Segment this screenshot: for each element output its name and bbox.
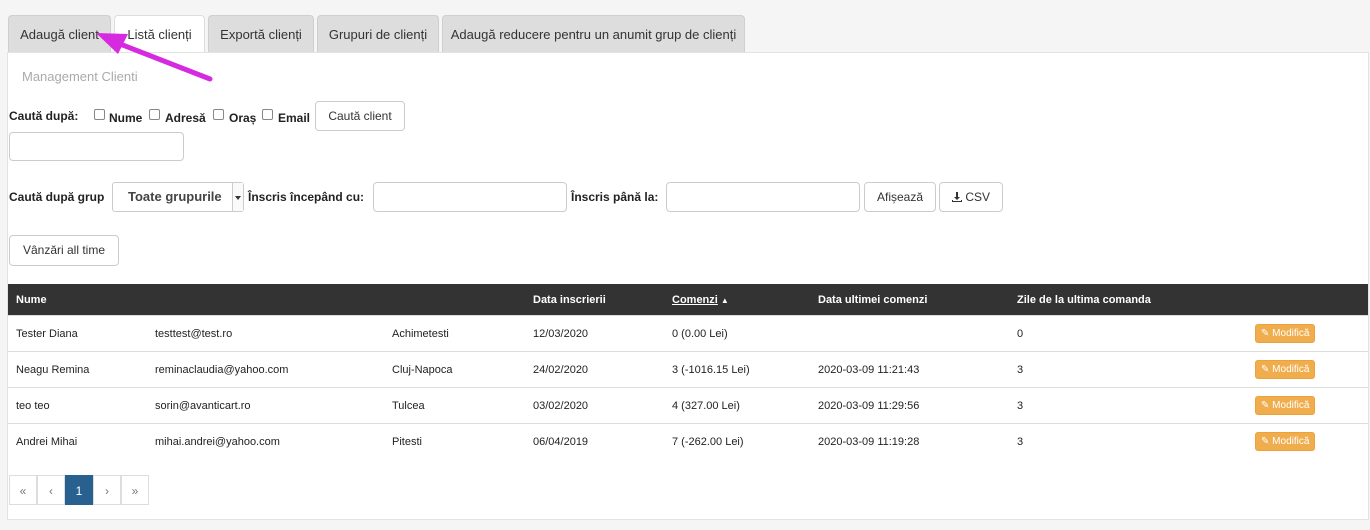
header-orders[interactable]: Comenzi ▲︎ bbox=[664, 284, 810, 316]
table-row: Andrei Mihai mihai.andrei@yahoo.com Pite… bbox=[8, 423, 1368, 459]
checkbox-address-label: Adresă bbox=[165, 111, 206, 125]
clients-table: Nume Data inscrierii Comenzi ▲︎ Data ult… bbox=[8, 284, 1368, 459]
page-next-button[interactable]: › bbox=[93, 475, 121, 505]
header-signup-date: Data inscrierii bbox=[525, 284, 664, 316]
page-prev-button[interactable]: ‹ bbox=[37, 475, 65, 505]
pencil-icon: ✎ bbox=[1261, 436, 1270, 447]
cell-name: Tester Diana bbox=[8, 315, 147, 352]
cell-orders: 4 (327.00 Lei) bbox=[664, 387, 810, 424]
tab-add-client[interactable]: Adaugă client bbox=[8, 15, 111, 52]
header-days-since: Zile de la ultima comanda bbox=[1009, 284, 1247, 316]
group-select-value: Toate grupurile bbox=[128, 189, 222, 204]
page-1-button[interactable]: 1 bbox=[65, 475, 93, 505]
edit-button[interactable]: ✎ Modifică bbox=[1255, 396, 1316, 415]
table-row: Tester Diana testtest@test.ro Achimetest… bbox=[8, 315, 1368, 352]
checkbox-name[interactable] bbox=[94, 109, 105, 120]
cell-city: Pitesti bbox=[384, 423, 525, 459]
cell-date: 06/04/2019 bbox=[525, 423, 664, 459]
show-button[interactable]: Afișează bbox=[864, 182, 936, 212]
tab-group-discount[interactable]: Adaugă reducere pentru un anumit grup de… bbox=[442, 15, 745, 52]
search-input[interactable] bbox=[9, 132, 184, 161]
csv-button-label: CSV bbox=[965, 190, 991, 204]
cell-orders: 7 (-262.00 Lei) bbox=[664, 423, 810, 459]
pencil-icon: ✎ bbox=[1261, 364, 1270, 375]
cell-days: 3 bbox=[1009, 423, 1247, 459]
cell-name: Andrei Mihai bbox=[8, 423, 147, 459]
search-client-button[interactable]: Caută client bbox=[315, 101, 405, 131]
group-select[interactable]: Toate grupurile bbox=[112, 182, 244, 212]
signup-from-input[interactable] bbox=[373, 182, 567, 212]
sort-icon: ▲︎ bbox=[720, 295, 729, 305]
cell-email: sorin@avanticart.ro bbox=[147, 387, 384, 424]
checkbox-city-label: Oraș bbox=[229, 111, 257, 125]
header-last-order: Data ultimei comenzi bbox=[810, 284, 1009, 316]
tab-export-clients[interactable]: Exportă clienți bbox=[208, 15, 314, 52]
cell-days: 3 bbox=[1009, 387, 1247, 424]
download-icon bbox=[951, 192, 962, 202]
page-first-button[interactable]: « bbox=[9, 475, 37, 505]
cell-last-order: 2020-03-09 11:19:28 bbox=[810, 423, 1009, 459]
csv-button[interactable]: CSV bbox=[939, 182, 1003, 212]
pencil-icon: ✎ bbox=[1261, 400, 1270, 411]
cell-email: mihai.andrei@yahoo.com bbox=[147, 423, 384, 459]
cell-last-order bbox=[810, 315, 1009, 352]
cell-date: 03/02/2020 bbox=[525, 387, 664, 424]
checkbox-email[interactable] bbox=[262, 109, 273, 120]
edit-button[interactable]: ✎ Modifică bbox=[1255, 432, 1316, 451]
cell-days: 3 bbox=[1009, 351, 1247, 388]
page-last-button[interactable]: » bbox=[121, 475, 149, 505]
orders-sort-link[interactable]: Comenzi bbox=[672, 294, 718, 306]
edit-button[interactable]: ✎ Modifică bbox=[1255, 324, 1316, 343]
search-by-label: Caută după: bbox=[9, 109, 79, 123]
cell-name: Neagu Remina bbox=[8, 351, 147, 388]
cell-last-order: 2020-03-09 11:29:56 bbox=[810, 387, 1009, 424]
cell-date: 12/03/2020 bbox=[525, 315, 664, 352]
header-actions bbox=[1247, 284, 1368, 316]
header-city bbox=[384, 284, 525, 316]
checkbox-city[interactable] bbox=[213, 109, 224, 120]
header-email bbox=[147, 284, 384, 316]
cell-email: testtest@test.ro bbox=[147, 315, 384, 352]
tab-client-list[interactable]: Listă clienți bbox=[114, 15, 205, 53]
table-row: Neagu Remina reminaclaudia@yahoo.com Clu… bbox=[8, 351, 1368, 388]
cell-orders: 3 (-1016.15 Lei) bbox=[664, 351, 810, 388]
cell-city: Achimetesti bbox=[384, 315, 525, 352]
cell-city: Tulcea bbox=[384, 387, 525, 424]
cell-days: 0 bbox=[1009, 315, 1247, 352]
table-row: teo teo sorin@avanticart.ro Tulcea 03/02… bbox=[8, 387, 1368, 424]
cell-name: teo teo bbox=[8, 387, 147, 424]
chevron-down-icon bbox=[235, 196, 241, 200]
cell-last-order: 2020-03-09 11:21:43 bbox=[810, 351, 1009, 388]
header-name: Nume bbox=[8, 284, 147, 316]
client-list-panel: Management Clienti Caută după: Nume Adre… bbox=[7, 52, 1369, 520]
table-header-row: Nume Data inscrierii Comenzi ▲︎ Data ult… bbox=[8, 284, 1368, 316]
group-select-toggle[interactable] bbox=[232, 183, 243, 211]
checkbox-email-label: Email bbox=[278, 111, 311, 125]
cell-date: 24/02/2020 bbox=[525, 351, 664, 388]
signup-from-label: Înscris începând cu: bbox=[248, 190, 365, 204]
signup-to-input[interactable] bbox=[666, 182, 860, 212]
checkbox-address[interactable] bbox=[149, 109, 160, 120]
cell-orders: 0 (0.00 Lei) bbox=[664, 315, 810, 352]
cell-city: Cluj-Napoca bbox=[384, 351, 525, 388]
group-filter-label: Caută după grup bbox=[9, 190, 105, 204]
cell-email: reminaclaudia@yahoo.com bbox=[147, 351, 384, 388]
checkbox-name-label: Nume bbox=[109, 111, 143, 125]
all-time-sales-button[interactable]: Vânzări all time bbox=[9, 235, 119, 266]
pencil-icon: ✎ bbox=[1261, 328, 1270, 339]
signup-to-label: Înscris până la: bbox=[571, 190, 659, 204]
tab-client-groups[interactable]: Grupuri de clienți bbox=[317, 15, 439, 52]
section-subtitle: Management Clienti bbox=[22, 69, 138, 84]
edit-button[interactable]: ✎ Modifică bbox=[1255, 360, 1316, 379]
